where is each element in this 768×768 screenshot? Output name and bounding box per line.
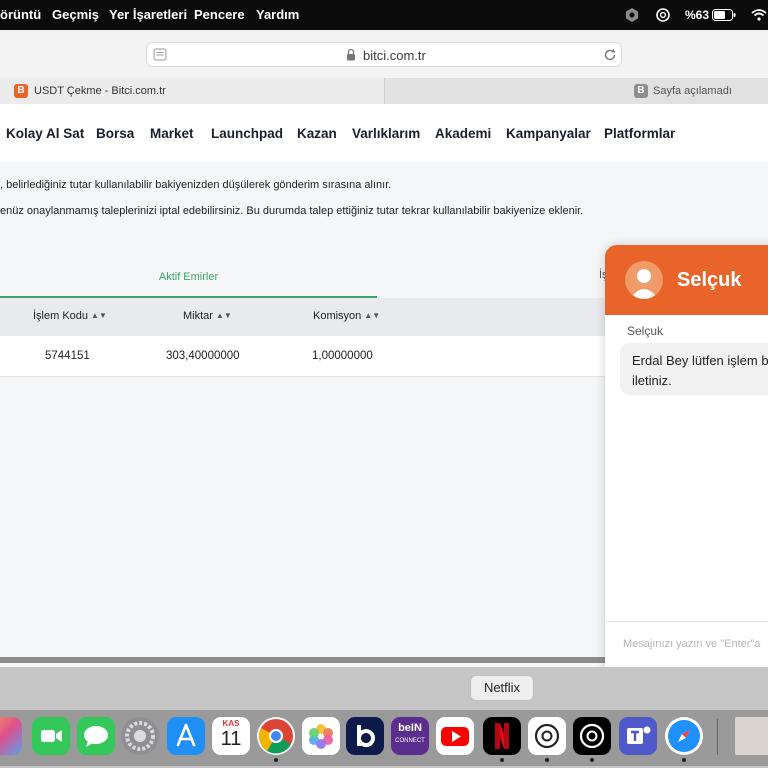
safari-icon[interactable] [665,717,703,755]
lock-icon [346,48,356,66]
app-store-icon[interactable] [167,717,205,755]
address-bar[interactable]: bitci.com.tr [146,42,622,67]
running-indicator [682,758,686,762]
youtube-icon[interactable] [436,717,474,755]
photos-icon[interactable] [302,717,340,755]
menu-view[interactable]: örüntü [0,7,41,22]
bein-sublabel: CONNECT [395,738,425,744]
running-indicator [590,758,594,762]
notice-text: enüz onaylanmamış taleplerinizi iptal ed… [0,205,584,217]
tab-title: USDT Çekme - Bitci.com.tr [34,85,166,97]
column-header-code[interactable]: İşlem Kodu ▲▼ [33,310,107,322]
cell-code: 5744151 [45,350,90,362]
teams-icon[interactable] [619,717,657,755]
dock-divider [717,719,718,755]
reader-icon[interactable] [153,48,167,66]
browser-tab-inactive[interactable]: B Sayfa açılamadı [384,78,768,104]
facetime-icon[interactable] [32,717,70,755]
dock-area: Netflix KAS 11 beIN CONNECT [0,667,768,768]
chatgpt-menu-icon[interactable] [655,6,671,24]
calendar-day: 11 [220,728,242,750]
chat-message-text: Erdal Bey lütfen işlem b iletiniz. [632,353,768,388]
battery-percent: %63 [685,8,710,22]
table-header: İşlem Kodu ▲▼ Miktar ▲▼ Komisyon ▲▼ [0,298,610,336]
running-indicator [545,758,549,762]
table-row: 5744151 303,40000000 1,00000000 [0,336,610,377]
running-indicator [274,758,278,762]
chat-message-bubble: Erdal Bey lütfen işlem b iletiniz. [620,343,768,395]
bitci-app-icon[interactable] [346,717,384,755]
menu-help[interactable]: Yardım [256,7,299,22]
openai-app-icon[interactable] [573,717,611,755]
bein-connect-icon[interactable]: beIN CONNECT [391,717,429,755]
url-text: bitci.com.tr [363,48,426,63]
bitci-favicon-icon: B [634,84,648,98]
document-thumbnail-icon[interactable] [735,717,768,755]
menu-bar: örüntü Geçmiş Yer İşaretleri Pencere Yar… [0,0,768,30]
system-preferences-icon[interactable] [121,717,159,755]
bein-label: beIN [398,722,422,734]
chat-input-placeholder: Mesajınızı yazın ve "Enter"a [623,638,761,650]
menu-window[interactable]: Pencere [194,7,245,22]
cell-fee: 1,00000000 [312,350,373,362]
nav-kazan[interactable]: Kazan [297,126,337,141]
cell-amount: 303,40000000 [166,350,240,362]
tab-active-orders[interactable]: Aktif Emirler [0,254,377,298]
nav-kampanyalar[interactable]: Kampanyalar [506,126,591,141]
menu-history[interactable]: Geçmiş [52,7,99,22]
column-label: Miktar [183,310,213,322]
sort-icon: ▲▼ [91,311,107,320]
battery-icon[interactable] [712,6,736,24]
sort-icon: ▲▼ [364,311,381,320]
avatar [625,261,663,299]
column-header-amount[interactable]: Miktar ▲▼ [183,310,232,322]
messages-icon[interactable] [77,717,115,755]
browser-tab-active[interactable]: B USDT Çekme - Bitci.com.tr [0,78,384,104]
reload-icon[interactable] [603,48,617,67]
wifi-icon[interactable] [751,6,767,24]
notice-text: , belirlediğiniz tutar kullanılabilir ba… [0,179,392,191]
calendar-icon[interactable]: KAS 11 [212,717,250,755]
chat-header: Selçuk [605,245,768,315]
calendar-month: KAS [222,719,240,728]
nav-kolay-al-sat[interactable]: Kolay Al Sat [6,126,84,141]
column-header-fee[interactable]: Komisyon ▲▼ [313,310,380,322]
live-chat-widget: Selçuk Selçuk Erdal Bey lütfen işlem b i… [605,245,768,687]
running-indicator [500,758,504,762]
horizontal-scrollbar[interactable] [0,657,610,663]
chrome-icon[interactable] [257,717,295,755]
tab-title: Sayfa açılamadı [653,85,732,97]
tab-label: Aktif Emirler [158,271,219,283]
nav-launchpad[interactable]: Launchpad [211,126,283,141]
site-navigation: Kolay Al Sat Borsa Market Launchpad Kaza… [0,104,768,162]
message-sender: Selçuk [627,324,664,338]
extension-icon[interactable] [624,6,640,24]
netflix-icon[interactable] [483,717,521,755]
chatgpt-icon[interactable] [528,717,566,755]
nav-platformlar[interactable]: Platformlar [604,126,675,141]
nav-market[interactable]: Market [150,126,194,141]
launchpad-icon[interactable] [0,717,22,755]
bitci-favicon-icon: B [14,84,28,98]
column-label: Komisyon [313,310,362,322]
sort-icon: ▲▼ [215,311,232,320]
dock-tooltip: Netflix [470,675,534,701]
column-label: İşlem Kodu [33,310,89,322]
nav-varliklarim[interactable]: Varlıklarım [352,126,420,141]
nav-akademi[interactable]: Akademi [435,126,491,141]
chat-agent-name: Selçuk [677,269,742,291]
menu-bookmarks[interactable]: Yer İşaretleri [109,7,187,22]
nav-borsa[interactable]: Borsa [96,126,134,141]
browser-chrome: bitci.com.tr B USDT Çekme - Bitci.com.tr… [0,30,768,104]
